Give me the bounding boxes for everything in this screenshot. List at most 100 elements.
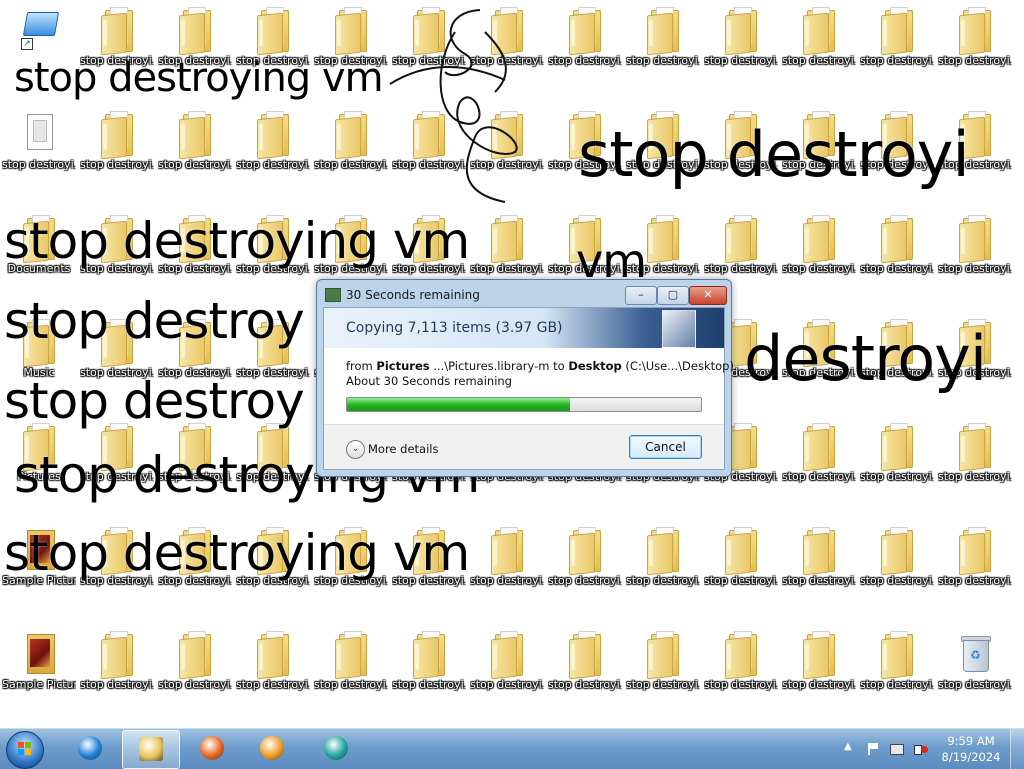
desktop-folder[interactable]: stop destroyi... <box>858 520 936 624</box>
desktop-folder[interactable]: stop destroyi... <box>936 104 1014 208</box>
desktop-folder[interactable]: stop destroyi... <box>858 0 936 104</box>
desktop-icon[interactable]: ♻ stop destroyi... <box>936 624 1014 728</box>
maximize-button[interactable]: ▢ <box>657 286 689 305</box>
desktop-folder[interactable]: stop destroyi... <box>390 520 468 624</box>
more-details-toggle[interactable]: More details <box>368 442 438 456</box>
desktop-icon[interactable]: Sample Pictures <box>0 520 78 624</box>
desktop-icon[interactable]: Sample Pictures <box>0 624 78 728</box>
source-folder-name[interactable]: Pictures <box>376 359 429 373</box>
folder-icon <box>877 630 917 680</box>
action-center-flag-icon[interactable] <box>866 742 880 756</box>
desktop-folder[interactable]: stop destroyi... <box>234 520 312 624</box>
desktop-folder[interactable]: stop destroyi... <box>624 104 702 208</box>
desktop-folder[interactable]: stop destroyi... <box>546 624 624 728</box>
desktop-folder[interactable]: stop destroyi... <box>858 208 936 312</box>
desktop-folder[interactable]: stop destroyi... <box>156 520 234 624</box>
desktop-icon-label: stop destroyi... <box>2 158 76 171</box>
taskbar-app-button[interactable] <box>244 730 300 767</box>
desktop-folder[interactable]: stop destroyi... <box>546 0 624 104</box>
desktop-folder[interactable]: stop destroyi... <box>936 520 1014 624</box>
desktop-folder[interactable]: stop destroyi... <box>156 416 234 520</box>
desktop-folder[interactable]: stop destroyi... <box>780 312 858 416</box>
desktop-folder[interactable]: stop destroyi... <box>858 312 936 416</box>
desktop-folder[interactable]: stop destroyi... <box>780 0 858 104</box>
desktop-folder[interactable]: stop destroyi... <box>624 520 702 624</box>
taskbar-app-button[interactable] <box>308 730 364 767</box>
start-button[interactable] <box>6 731 44 769</box>
desktop-icon-label: stop destroyi... <box>704 262 778 275</box>
desktop-folder[interactable]: stop destroyi... <box>78 312 156 416</box>
desktop-folder[interactable]: stop destroyi... <box>78 624 156 728</box>
desktop-folder[interactable]: stop destroyi... <box>780 208 858 312</box>
cancel-button[interactable]: Cancel <box>629 435 702 459</box>
desktop-icon-label: stop destroyi... <box>314 678 388 691</box>
volume-muted-icon[interactable] <box>914 742 928 756</box>
desktop-folder[interactable]: stop destroyi... <box>156 0 234 104</box>
desktop-folder[interactable]: stop destroyi... <box>78 416 156 520</box>
desktop-folder[interactable]: stop destroyi... <box>234 0 312 104</box>
desktop-icon[interactable]: Pictures <box>0 416 78 520</box>
desktop-folder[interactable]: stop destroyi... <box>858 416 936 520</box>
desktop-folder[interactable]: stop destroyi... <box>624 0 702 104</box>
folder-icon <box>643 110 683 160</box>
desktop-folder[interactable]: stop destroyi... <box>312 0 390 104</box>
folder-icon <box>19 214 59 264</box>
desktop-folder[interactable]: stop destroyi... <box>234 624 312 728</box>
desktop-folder[interactable]: stop destroyi... <box>156 312 234 416</box>
desktop-folder[interactable]: stop destroyi... <box>936 416 1014 520</box>
destination-folder-name[interactable]: Desktop <box>568 359 621 373</box>
desktop-folder[interactable]: stop destroyi... <box>234 416 312 520</box>
desktop-folder[interactable]: stop destroyi... <box>234 104 312 208</box>
desktop-folder[interactable]: stop destroyi... <box>156 208 234 312</box>
desktop-folder[interactable]: stop destroyi... <box>78 520 156 624</box>
desktop-folder[interactable]: stop destroyi... <box>936 0 1014 104</box>
desktop-folder[interactable]: stop destroyi... <box>702 0 780 104</box>
desktop-icon-label: stop destroyi... <box>860 470 934 483</box>
desktop-folder[interactable]: stop destroyi... <box>780 416 858 520</box>
desktop-folder[interactable]: stop destroyi... <box>234 312 312 416</box>
close-button[interactable]: ✕ <box>689 286 727 305</box>
desktop-folder[interactable]: stop destroyi... <box>78 104 156 208</box>
desktop-folder[interactable]: stop destroyi... <box>702 104 780 208</box>
desktop-folder[interactable]: stop destroyi... <box>780 624 858 728</box>
desktop-folder[interactable]: stop destroyi... <box>702 520 780 624</box>
desktop-folder[interactable]: stop destroyi... <box>234 208 312 312</box>
desktop-folder[interactable]: stop destroyi... <box>702 624 780 728</box>
desktop-folder[interactable]: stop destroyi... <box>312 520 390 624</box>
desktop-folder[interactable]: stop destroyi... <box>546 104 624 208</box>
copy-progress-dialog[interactable]: 30 Seconds remaining – ▢ ✕ Copying 7,113… <box>316 279 734 477</box>
taskbar-app-button[interactable] <box>184 730 240 767</box>
expand-chevron-icon[interactable]: ⌄ <box>346 440 365 459</box>
desktop-folder[interactable]: stop destroyi... <box>780 104 858 208</box>
desktop-folder[interactable]: stop destroyi... <box>624 624 702 728</box>
desktop-folder[interactable]: stop destroyi... <box>546 520 624 624</box>
taskbar-app-button[interactable] <box>62 730 118 767</box>
show-hidden-icons-button[interactable]: ▲ <box>844 741 852 752</box>
system-clock[interactable]: 9:59 AM 8/19/2024 <box>936 733 1006 765</box>
desktop-folder[interactable]: stop destroyi... <box>390 624 468 728</box>
dialog-titlebar[interactable]: 30 Seconds remaining – ▢ ✕ <box>317 280 731 308</box>
desktop-folder[interactable]: stop destroyi... <box>156 624 234 728</box>
desktop-folder[interactable]: stop destroyi... <box>468 624 546 728</box>
desktop-folder[interactable]: stop destroyi... <box>468 520 546 624</box>
minimize-button[interactable]: – <box>625 286 657 305</box>
network-icon[interactable] <box>890 742 904 756</box>
desktop-folder[interactable]: stop destroyi... <box>156 104 234 208</box>
desktop-icon[interactable]: ↗ <box>0 0 78 104</box>
taskbar-app-button[interactable] <box>122 730 180 769</box>
desktop-folder[interactable]: stop destroyi... <box>936 312 1014 416</box>
desktop-icon[interactable]: stop destroyi... <box>0 104 78 208</box>
desktop-folder[interactable]: stop destroyi... <box>78 208 156 312</box>
desktop-folder[interactable]: stop destroyi... <box>312 624 390 728</box>
desktop-folder[interactable]: stop destroyi... <box>780 520 858 624</box>
desktop-icon[interactable]: Music <box>0 312 78 416</box>
desktop-folder[interactable]: stop destroyi... <box>858 104 936 208</box>
desktop-folder[interactable]: stop destroyi... <box>858 624 936 728</box>
desktop-folder[interactable]: stop destroyi... <box>312 104 390 208</box>
desktop-icon-label: Sample Pictures <box>2 678 76 691</box>
desktop-folder[interactable]: stop destroyi... <box>936 208 1014 312</box>
desktop-icon[interactable]: Documents <box>0 208 78 312</box>
show-desktop-button[interactable] <box>1010 729 1024 769</box>
desktop-folder[interactable]: stop destroyi... <box>78 0 156 104</box>
folder-icon <box>409 214 449 264</box>
